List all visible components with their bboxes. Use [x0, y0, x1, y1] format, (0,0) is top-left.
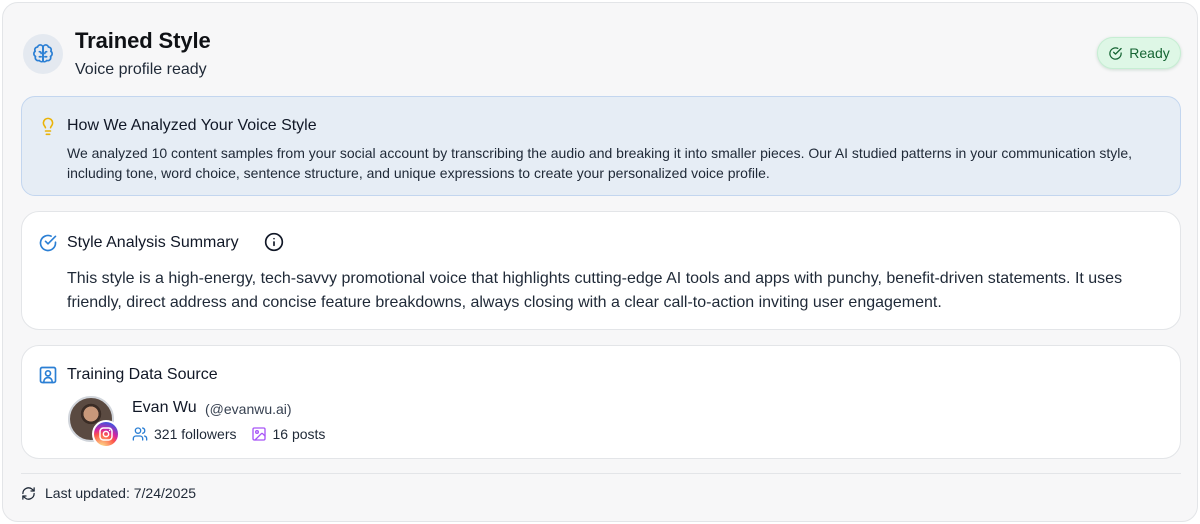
- summary-description: This style is a high-energy, tech-savvy …: [67, 270, 1123, 311]
- lightbulb-icon: [42, 117, 54, 136]
- page-title: Trained Style: [75, 28, 211, 53]
- analysis-title: How We Analyzed Your Voice Style: [67, 117, 317, 134]
- brain-icon: [23, 34, 63, 74]
- footer-divider: [21, 473, 1181, 474]
- page-subtitle: Voice profile ready: [75, 61, 207, 78]
- footer: Last updated: 7/24/2025: [21, 485, 196, 501]
- posts-stat: 16 posts: [251, 426, 326, 442]
- source-user-name: Evan Wu: [132, 399, 197, 416]
- last-updated: Last updated: 7/24/2025: [45, 485, 197, 501]
- posts-count: 16 posts: [272, 426, 326, 442]
- followers-count: 321 followers: [154, 426, 237, 442]
- followers-stat: 321 followers: [132, 426, 237, 442]
- check-circle-icon: [1109, 46, 1123, 60]
- analysis-description: We analyzed 10 content samples from your…: [67, 145, 1133, 181]
- status-badge-label: Ready: [1129, 45, 1170, 61]
- source-title: Training Data Source: [67, 366, 218, 383]
- source-stats: 321 followers 16 posts: [132, 426, 339, 442]
- training-source-section: Training Data Source Evan Wu (@evanwu.ai…: [21, 345, 1181, 459]
- check-circle-icon: [39, 234, 57, 252]
- status-badge: Ready: [1097, 37, 1181, 69]
- refresh-icon[interactable]: [21, 486, 36, 501]
- trained-style-card: Trained Style Voice profile ready Ready …: [2, 2, 1198, 522]
- user-profile-icon: [39, 366, 57, 384]
- users-icon: [132, 427, 148, 441]
- source-user-handle: (@evanwu.ai): [205, 401, 292, 417]
- instagram-icon: [92, 420, 120, 448]
- analysis-info-box: How We Analyzed Your Voice Style We anal…: [21, 96, 1181, 196]
- style-summary-section: Style Analysis Summary This style is a h…: [21, 211, 1181, 330]
- summary-title: Style Analysis Summary: [67, 234, 239, 251]
- image-icon: [251, 427, 266, 441]
- info-icon[interactable]: [264, 232, 284, 252]
